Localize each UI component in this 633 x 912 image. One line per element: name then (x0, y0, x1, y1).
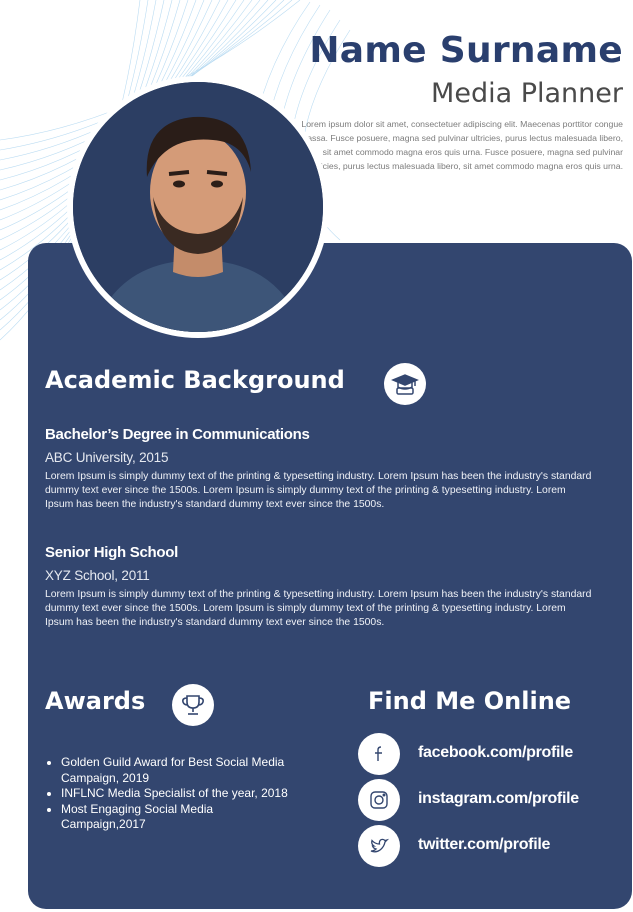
online-section-title: Find Me Online (368, 687, 572, 715)
award-item: Golden Guild Award for Best Social Media… (61, 755, 301, 786)
award-item: Most Engaging Social Media Campaign,2017 (61, 802, 301, 833)
header: Name Surname Media Planner Lorem ipsum d… (293, 30, 623, 173)
education-description: Lorem Ipsum is simply dummy text of the … (45, 471, 592, 510)
job-title: Media Planner (431, 78, 623, 109)
academic-section-title: Academic Background (45, 366, 345, 394)
degree-title: Senior High School (45, 544, 178, 561)
twitter-icon (358, 825, 400, 867)
degree-title: Bachelor’s Degree in Communications (45, 426, 310, 443)
person-name: Name Surname (309, 30, 623, 71)
awards-section-title: Awards (45, 687, 146, 715)
intro-text: Lorem ipsum dolor sit amet, consectetuer… (299, 119, 623, 171)
education-description: Lorem Ipsum is simply dummy text of the … (45, 589, 592, 628)
education-entry-1: Bachelor’s Degree in Communications ABC … (45, 426, 595, 512)
profile-photo (73, 82, 323, 332)
twitter-link[interactable]: twitter.com/profile (358, 825, 628, 871)
trophy-icon (172, 684, 214, 726)
facebook-link[interactable]: facebook.com/profile (358, 733, 628, 779)
school-name: ABC University, 2015 (45, 450, 169, 465)
awards-list: Golden Guild Award for Best Social Media… (45, 755, 301, 833)
instagram-url[interactable]: instagram.com/profile (418, 790, 579, 808)
instagram-icon (358, 779, 400, 821)
facebook-url[interactable]: facebook.com/profile (418, 744, 573, 762)
twitter-url[interactable]: twitter.com/profile (418, 836, 550, 854)
education-entry-2: Senior High School XYZ School, 2011 Lore… (45, 544, 595, 630)
facebook-icon (358, 733, 400, 775)
graduation-cap-icon (384, 363, 426, 405)
school-name: XYZ School, 2011 (45, 568, 150, 583)
instagram-link[interactable]: instagram.com/profile (358, 779, 628, 825)
award-item: INFLNC Media Specialist of the year, 201… (61, 786, 301, 802)
